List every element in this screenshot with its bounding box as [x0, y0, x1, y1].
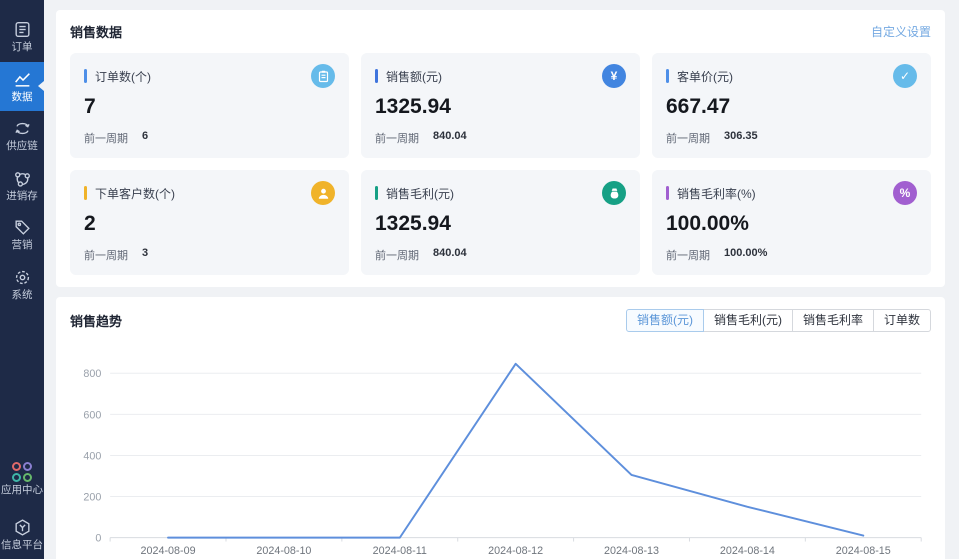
stat-card-value: 7 — [84, 95, 335, 119]
stat-card-value: 1325.94 — [375, 212, 626, 236]
trend-metric-tabs: 销售额(元) 销售毛利(元) 销售毛利率 订单数 — [626, 309, 931, 332]
app-center-icon — [12, 462, 32, 482]
percent-icon: % — [893, 181, 917, 205]
info-platform-icon — [13, 518, 32, 537]
sales-trend-panel: 销售趋势 销售额(元) 销售毛利(元) 销售毛利率 订单数 0 200 400 600… — [56, 297, 945, 559]
main-content: 销售数据 自定义设置 订单数(个) 7 前一周期 6 — [56, 10, 945, 559]
stat-card-gross-margin: 销售毛利率(%) % 100.00% 前一周期 100.00% — [652, 170, 931, 275]
x-tick-label: 2024-08-11 — [373, 545, 427, 557]
y-tick-label: 600 — [83, 409, 101, 421]
system-gear-icon — [13, 268, 32, 287]
tab-order-count[interactable]: 订单数 — [873, 309, 931, 332]
prev-period-value: 306.35 — [724, 130, 758, 146]
trend-chart-container: 0 200 400 600 800 2024-08-09 2024-08-10 2024-08… — [70, 340, 931, 559]
money-bag-icon — [602, 181, 626, 205]
stat-card-title: 销售毛利(元) — [386, 185, 454, 202]
stat-card-value: 1325.94 — [375, 95, 626, 119]
check-icon: ✓ — [893, 64, 917, 88]
x-tick-label: 2024-08-12 — [488, 545, 543, 557]
prev-period-value: 3 — [142, 247, 148, 263]
sidebar-item-info-platform[interactable]: 信息平台 — [0, 510, 44, 559]
y-tick-label: 400 — [83, 450, 101, 462]
sidebar-item-label: 数据 — [12, 92, 33, 103]
y-tick-label: 200 — [83, 491, 101, 503]
data-chart-icon — [13, 70, 32, 89]
sidebar-item-label: 营销 — [12, 240, 33, 251]
x-tick-label: 2024-08-15 — [836, 545, 891, 557]
sidebar-item-label: 订单 — [12, 42, 33, 53]
y-tick-label: 0 — [95, 533, 101, 545]
x-tick-label: 2024-08-14 — [720, 545, 775, 557]
prev-period-label: 前一周期 — [375, 130, 419, 146]
x-tick-label: 2024-08-09 — [141, 545, 196, 557]
prev-period-value: 6 — [142, 130, 148, 146]
sidebar-item-label: 供应链 — [6, 141, 38, 152]
sidebar-item-marketing[interactable]: 营销 — [0, 210, 44, 260]
custom-settings-link[interactable]: 自定义设置 — [871, 23, 931, 40]
stat-card-title: 订单数(个) — [95, 68, 151, 85]
stat-card-title: 客单价(元) — [677, 68, 733, 85]
tab-gross-margin[interactable]: 销售毛利率 — [792, 309, 874, 332]
customer-icon — [311, 181, 335, 205]
card-accent-bar — [84, 69, 87, 83]
sidebar-item-label: 进销存 — [6, 191, 38, 202]
stat-card-customer-count: 下单客户数(个) 2 前一周期 3 — [70, 170, 349, 275]
prev-period-value: 100.00% — [724, 247, 767, 263]
stat-card-sales-amount: 销售额(元) ¥ 1325.94 前一周期 840.04 — [361, 53, 640, 158]
sales-trend-title: 销售趋势 — [70, 311, 122, 330]
marketing-tag-icon — [13, 218, 32, 237]
stat-card-value: 2 — [84, 212, 335, 236]
prev-period-label: 前一周期 — [666, 130, 710, 146]
sidebar-item-system[interactable]: 系统 — [0, 260, 44, 310]
card-accent-bar — [375, 69, 378, 83]
sidebar-item-orders[interactable]: 订单 — [0, 12, 44, 62]
sidebar-item-app-center[interactable]: 应用中心 — [0, 454, 44, 510]
prev-period-label: 前一周期 — [84, 247, 128, 263]
prev-period-value: 840.04 — [433, 247, 467, 263]
trend-line — [168, 364, 863, 538]
stat-cards-grid: 订单数(个) 7 前一周期 6 销售额(元) ¥ 1325.94 — [70, 53, 931, 275]
sidebar: 订单 数据 供应链 进销存 营销 系统 — [0, 0, 44, 559]
x-tick-label: 2024-08-13 — [604, 545, 659, 557]
prev-period-label: 前一周期 — [84, 130, 128, 146]
sidebar-item-data[interactable]: 数据 — [0, 62, 44, 112]
tab-sales-amount[interactable]: 销售额(元) — [626, 309, 704, 332]
card-accent-bar — [666, 69, 669, 83]
stat-card-value: 667.47 — [666, 95, 917, 119]
inventory-icon — [13, 169, 32, 188]
prev-period-value: 840.04 — [433, 130, 467, 146]
stat-card-avg-order-value: 客单价(元) ✓ 667.47 前一周期 306.35 — [652, 53, 931, 158]
trend-line-chart: 0 200 400 600 800 2024-08-09 2024-08-10 2024-08… — [70, 340, 931, 559]
sales-data-title: 销售数据 — [70, 22, 122, 41]
tab-gross-profit[interactable]: 销售毛利(元) — [703, 309, 793, 332]
sidebar-item-inventory[interactable]: 进销存 — [0, 161, 44, 211]
sidebar-item-label: 应用中心 — [1, 485, 43, 496]
sidebar-item-supply-chain[interactable]: 供应链 — [0, 111, 44, 161]
stat-card-title: 下单客户数(个) — [95, 185, 175, 202]
card-accent-bar — [375, 186, 378, 200]
sales-data-panel: 销售数据 自定义设置 订单数(个) 7 前一周期 6 — [56, 10, 945, 287]
prev-period-label: 前一周期 — [375, 247, 419, 263]
yuan-icon: ¥ — [602, 64, 626, 88]
supply-chain-icon — [13, 119, 32, 138]
card-accent-bar — [84, 186, 87, 200]
stat-card-title: 销售额(元) — [386, 68, 442, 85]
order-icon — [13, 20, 32, 39]
stat-card-title: 销售毛利率(%) — [677, 185, 756, 202]
sidebar-item-label: 系统 — [12, 290, 33, 301]
prev-period-label: 前一周期 — [666, 247, 710, 263]
clipboard-icon — [311, 64, 335, 88]
stat-card-gross-profit: 销售毛利(元) 1325.94 前一周期 840.04 — [361, 170, 640, 275]
stat-card-order-count: 订单数(个) 7 前一周期 6 — [70, 53, 349, 158]
stat-card-value: 100.00% — [666, 212, 917, 236]
sidebar-item-label: 信息平台 — [1, 540, 43, 551]
x-tick-label: 2024-08-10 — [256, 545, 311, 557]
card-accent-bar — [666, 186, 669, 200]
y-tick-label: 800 — [83, 368, 101, 380]
